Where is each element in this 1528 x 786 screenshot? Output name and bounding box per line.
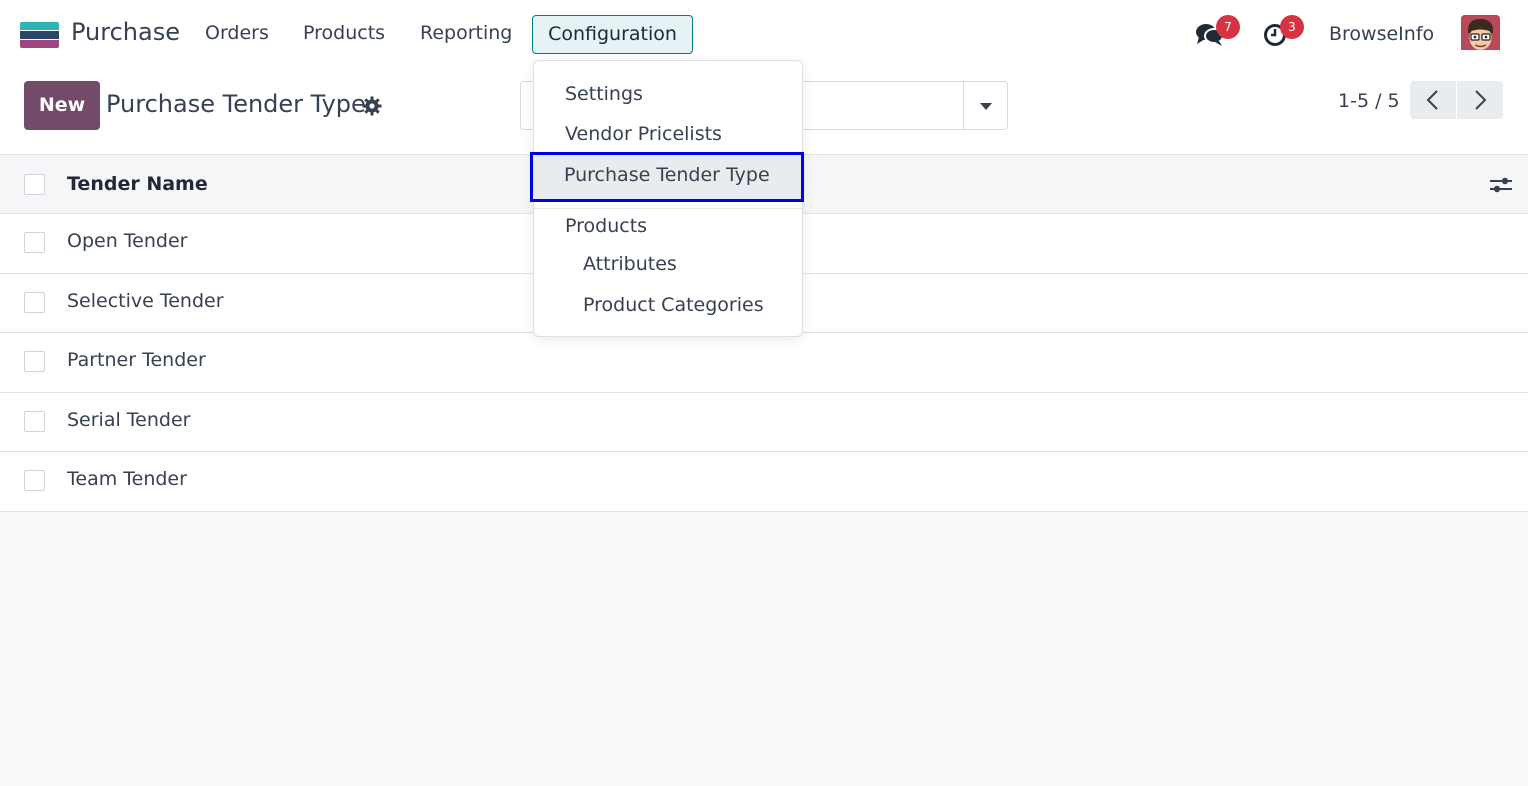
menu-item-purchase-tender-type[interactable]: Purchase Tender Type	[530, 152, 804, 202]
table-row[interactable]: Partner Tender	[0, 333, 1528, 393]
row-checkbox[interactable]	[24, 351, 45, 372]
menu-configuration[interactable]: Configuration	[532, 15, 693, 54]
menu-item-attributes[interactable]: Attributes	[583, 253, 677, 275]
pager-previous-button[interactable]	[1410, 81, 1456, 119]
menu-products[interactable]: Products	[303, 22, 385, 44]
menu-item-settings[interactable]: Settings	[565, 83, 643, 105]
menu-item-product-categories[interactable]: Product Categories	[583, 294, 764, 316]
tender-name-cell[interactable]: Selective Tender	[67, 290, 224, 312]
menu-item-vendor-pricelists[interactable]: Vendor Pricelists	[565, 123, 722, 145]
table-row[interactable]: Team Tender	[0, 452, 1528, 512]
tender-name-cell[interactable]: Partner Tender	[67, 349, 206, 371]
page-title: Purchase Tender Type	[106, 90, 366, 118]
gear-icon[interactable]	[362, 96, 382, 116]
menu-divider	[534, 208, 802, 209]
app-name[interactable]: Purchase	[71, 18, 180, 46]
app-logo-icon[interactable]	[20, 22, 59, 48]
chevron-left-icon	[1426, 90, 1438, 110]
menu-orders[interactable]: Orders	[205, 22, 269, 44]
optional-columns-icon[interactable]	[1490, 174, 1512, 196]
row-checkbox[interactable]	[24, 410, 45, 432]
menu-item-label: Purchase Tender Type	[564, 164, 770, 186]
row-checkbox[interactable]	[24, 291, 45, 313]
column-header-tender-name[interactable]: Tender Name	[67, 173, 208, 195]
company-switcher[interactable]: BrowseInfo	[1329, 23, 1434, 45]
activities-badge: 3	[1280, 15, 1304, 39]
search-options-toggle[interactable]	[963, 82, 1007, 129]
avatar[interactable]	[1461, 15, 1500, 54]
tender-name-cell[interactable]: Open Tender	[67, 230, 187, 252]
caret-down-icon	[980, 103, 992, 110]
row-checkbox[interactable]	[24, 470, 45, 491]
menu-section-products: Products	[565, 215, 648, 237]
table-row[interactable]: Serial Tender	[0, 392, 1528, 452]
top-navbar: Purchase Orders Products Reporting Confi…	[0, 0, 1528, 68]
new-button[interactable]: New	[24, 81, 100, 130]
pager-value[interactable]: 1-5 / 5	[1338, 90, 1400, 112]
row-checkbox[interactable]	[24, 232, 45, 253]
select-all-checkbox[interactable]	[24, 174, 45, 195]
menu-reporting[interactable]: Reporting	[420, 22, 512, 44]
messages-badge: 7	[1216, 15, 1240, 39]
chevron-right-icon	[1475, 90, 1487, 110]
tender-name-cell[interactable]: Team Tender	[67, 468, 187, 490]
pager-next-button[interactable]	[1457, 81, 1503, 119]
tender-name-cell[interactable]: Serial Tender	[67, 409, 190, 431]
